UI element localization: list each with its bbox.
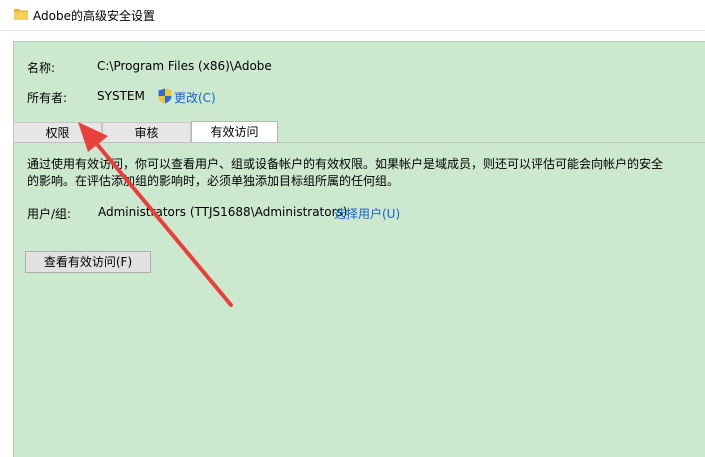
effective-access-description: 通过使用有效访问，你可以查看用户、组或设备帐户的有效权限。如果帐户是域成员，则还… [27, 156, 705, 190]
tab-effective-access[interactable]: 有效访问 [191, 121, 278, 143]
dialog-panel [13, 41, 705, 457]
uac-shield-icon [158, 88, 172, 104]
description-line-2: 的影响。在评估添加组的影响时，必须单独添加目标组所属的任何组。 [27, 174, 400, 188]
description-line-1: 通过使用有效访问，你可以查看用户、组或设备帐户的有效权限。如果帐户是域成员，则还… [27, 157, 664, 171]
tab-strip: 权限 审核 有效访问 [13, 121, 705, 143]
tab-divider [13, 142, 705, 143]
name-value: C:\Program Files (x86)\Adobe [97, 59, 272, 73]
title-bar: Adobe的高级安全设置 [0, 0, 705, 31]
change-owner-link[interactable]: 更改(C) [174, 89, 216, 106]
owner-label: 所有者: [27, 91, 68, 105]
tab-auditing-label: 审核 [134, 126, 159, 140]
tab-permissions-label: 权限 [45, 126, 70, 140]
tab-permissions[interactable]: 权限 [13, 122, 102, 142]
view-effective-access-button[interactable]: 查看有效访问(F) [25, 251, 151, 273]
user-group-label: 用户/组: [27, 207, 72, 221]
owner-value: SYSTEM [97, 89, 145, 103]
select-user-link[interactable]: 选择用户(U) [334, 205, 400, 222]
name-label: 名称: [27, 61, 56, 75]
user-group-value: Administrators (TTJS1688\Administrators) [98, 205, 348, 219]
tab-effective-access-label: 有效访问 [210, 125, 259, 139]
window-title: Adobe的高级安全设置 [33, 9, 155, 23]
tab-auditing[interactable]: 审核 [102, 122, 191, 142]
folder-icon [14, 9, 28, 20]
